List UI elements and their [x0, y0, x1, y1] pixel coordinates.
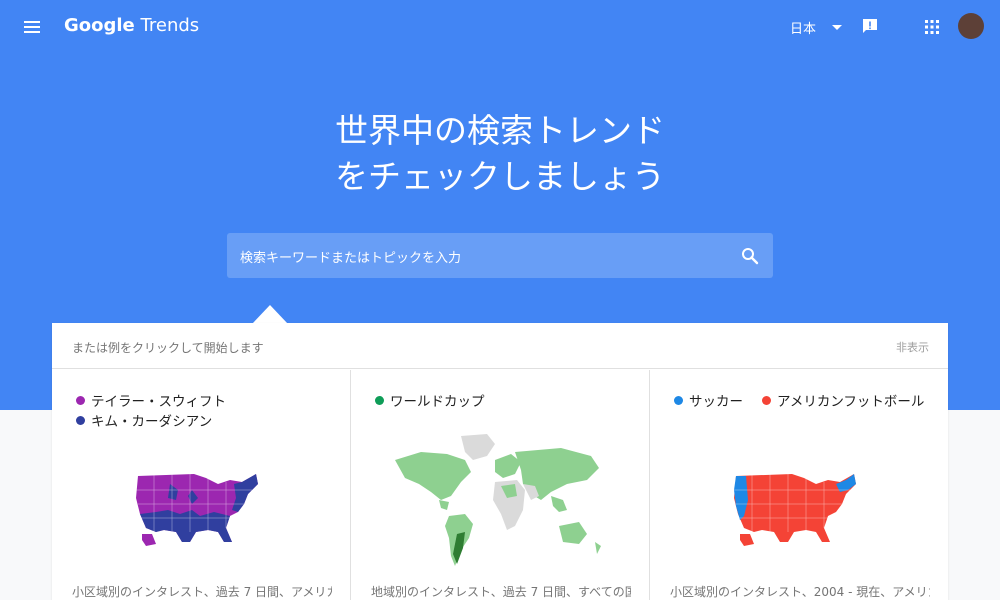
account-avatar[interactable]	[958, 13, 984, 39]
world-map	[395, 434, 601, 566]
series-dot	[674, 396, 683, 405]
examples-card: または例をクリックして開始します 非表示 テイラー・スウィフト キム・カーダシア…	[52, 323, 948, 600]
example-card-world-cup[interactable]: ワールドカップ 地域別のインタレスト、過去 7 日間、すべての国	[350, 370, 649, 600]
example-caption: 小区域別のインタレスト、過去 7 日間、アメリカ	[72, 585, 332, 599]
example-term: サッカー	[674, 390, 743, 410]
brand-trends: Trends	[140, 15, 200, 36]
search-input[interactable]: 検索キーワードまたはトピックを入力	[227, 233, 773, 278]
series-dot	[76, 396, 85, 405]
example-caption: 小区域別のインタレスト、2004 - 現在、アメリカ	[670, 585, 930, 599]
example-caption: 地域別のインタレスト、過去 7 日間、すべての国	[371, 585, 631, 599]
example-term: キム・カーダシアン	[76, 410, 212, 430]
series-dot	[762, 396, 771, 405]
examples-prompt: または例をクリックして開始します	[72, 341, 264, 355]
example-term: ワールドカップ	[375, 390, 485, 410]
examples-card-header: または例をクリックして開始します 非表示	[52, 323, 948, 369]
card-pointer	[252, 305, 288, 324]
hide-examples-button[interactable]: 非表示	[896, 339, 929, 355]
example-card-taylor-kim[interactable]: テイラー・スウィフト キム・カーダシアン 小区域別のインタレスト、過去 7 日間…	[52, 370, 351, 600]
series-dot	[375, 396, 384, 405]
google-trends-logo[interactable]: Google Trends	[64, 15, 199, 39]
example-card-soccer-football[interactable]: サッカー アメリカンフットボール 小区域別のインタレスト、2004 - 現在、ア…	[649, 370, 948, 600]
usa-map	[136, 474, 258, 546]
example-term: アメリカンフットボール	[762, 390, 924, 410]
usa-map	[734, 474, 856, 546]
menu-icon[interactable]	[22, 17, 42, 37]
search-placeholder: 検索キーワードまたはトピックを入力	[240, 251, 462, 266]
hero-headline: 世界中の検索トレンド をチェックしましょう	[200, 108, 800, 200]
top-app-bar: Google Trends 日本	[0, 0, 1000, 54]
feedback-icon[interactable]	[861, 17, 879, 35]
search-icon[interactable]	[740, 246, 760, 266]
example-term: テイラー・スウィフト	[76, 390, 226, 410]
apps-grid-icon[interactable]	[924, 19, 940, 35]
caret-down-icon[interactable]	[832, 25, 842, 30]
headline-line-2: をチェックしましょう	[335, 157, 665, 196]
headline-line-1: 世界中の検索トレンド	[335, 111, 665, 150]
country-selector[interactable]: 日本	[790, 18, 816, 37]
series-dot	[76, 416, 85, 425]
brand-google: Google	[64, 15, 135, 36]
